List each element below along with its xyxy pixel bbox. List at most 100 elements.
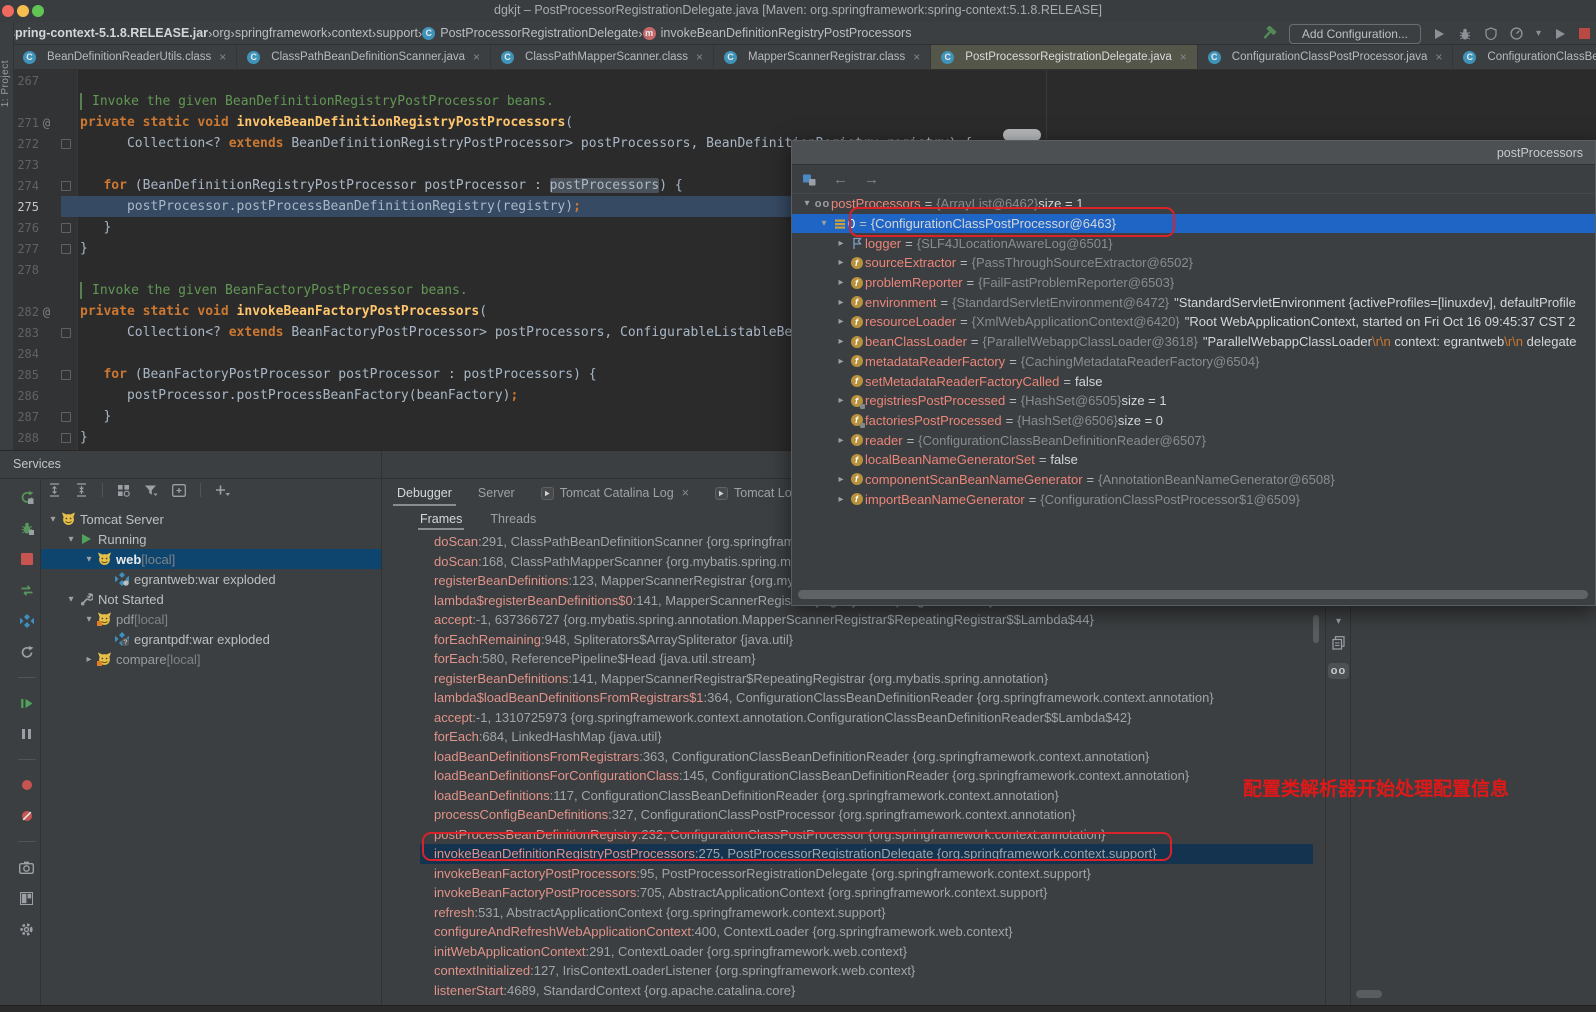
fold-marker-icon[interactable] (61, 370, 71, 380)
close-tab-icon[interactable]: × (1435, 50, 1442, 64)
variable-row[interactable]: ▸logger={SLF4JLocationAwareLog@6501} (792, 233, 1595, 253)
chevron-down-icon[interactable]: ▾ (65, 594, 77, 605)
tool-button-project[interactable]: 1: Project (0, 60, 13, 107)
fold-marker-icon[interactable] (61, 412, 71, 422)
fold-marker-icon[interactable] (61, 139, 71, 149)
chevron-down-icon[interactable]: ▾ (800, 198, 814, 209)
breadcrumb-item[interactable]: CPostProcessorRegistrationDelegate (422, 26, 638, 40)
stack-frame-row[interactable]: forEach:580, ReferencePipeline$Head {jav… (420, 649, 1313, 669)
stack-frame-row[interactable]: loadBeanDefinitionsForConfigurationClass… (420, 766, 1313, 786)
variable-row[interactable]: ▸fregistriesPostProcessed={HashSet@6505}… (792, 391, 1595, 411)
editor-tab[interactable]: CClassPathMapperScanner.class× (491, 45, 714, 69)
editor-tab[interactable]: CConfigurationClassPostProcessor.java× (1198, 45, 1454, 69)
editor-tab[interactable]: CPostProcessorRegistrationDelegate.java× (931, 45, 1197, 69)
add-configuration-button[interactable]: Add Configuration... (1289, 24, 1421, 44)
debugger-tab[interactable]: Debugger (397, 480, 452, 506)
chevron-right-icon[interactable]: ▸ (834, 474, 848, 485)
variable-row[interactable]: ▸fenvironment={StandardServletEnvironmen… (792, 292, 1595, 312)
fold-marker-icon[interactable] (61, 328, 71, 338)
chevron-down-icon[interactable]: ▾ (65, 534, 77, 545)
services-tree-item[interactable]: ▸compare [local] (41, 649, 381, 669)
breadcrumb-item[interactable]: support (376, 26, 418, 40)
services-tree-item[interactable]: ▾web [local] (41, 549, 381, 569)
code-line[interactable]: 267 (13, 70, 1596, 91)
chevron-right-icon[interactable]: ▸ (834, 238, 848, 249)
stack-frame-row[interactable]: configureAndRefreshWebApplicationContext… (420, 922, 1313, 942)
stack-frame-row[interactable]: invokeBeanFactoryPostProcessors:95, Post… (420, 864, 1313, 884)
variable-row[interactable]: ▾oopostProcessors={ArrayList@6462} size … (792, 194, 1595, 214)
chevron-right-icon[interactable]: ▸ (834, 356, 848, 367)
stack-frame-row[interactable]: forEachRemaining:948, Spliterators$Array… (420, 630, 1313, 650)
build-hammer-icon[interactable] (1261, 26, 1277, 41)
close-tab-icon[interactable]: × (473, 50, 480, 64)
chevron-down-icon[interactable]: ▾ (817, 218, 831, 229)
services-tree-item[interactable]: ▾pdf [local] (41, 609, 381, 629)
stack-frame-row[interactable]: loadBeanDefinitions:117, ConfigurationCl… (420, 786, 1313, 806)
stack-frame-row[interactable]: lambda$loadBeanDefinitionsFromRegistrars… (420, 688, 1313, 708)
close-tab-icon[interactable]: × (219, 50, 226, 64)
editor-tab[interactable]: CConfigurationClassBeanDefinitionReader.… (1453, 45, 1596, 69)
chevron-right-icon[interactable]: ▸ (834, 494, 848, 505)
fold-marker-icon[interactable] (61, 433, 71, 443)
doc-comment-line[interactable]: Invoke the given BeanDefinitionRegistryP… (13, 91, 1596, 112)
debugger-tab[interactable]: Tomcat Catalina Log× (541, 480, 689, 506)
variable-row[interactable]: fsetMetadataReaderFactoryCalled=false (792, 371, 1595, 391)
chevron-down-icon[interactable]: ▾ (83, 614, 95, 625)
stack-frame-row[interactable]: accept:-1, 1310725973 {org.springframewo… (420, 708, 1313, 728)
stack-frame-row[interactable]: loadBeanDefinitionsFromRegistrars:363, C… (420, 747, 1313, 767)
stack-frame-row[interactable]: initWebApplicationContext:291, ContextLo… (420, 942, 1313, 962)
chevron-right-icon[interactable]: ▸ (834, 336, 848, 347)
subtab-frames[interactable]: Frames (420, 508, 462, 530)
stack-frame-row[interactable]: listenerStart:4689, StandardContext {org… (420, 981, 1313, 1001)
editor-tab[interactable]: CMapperScannerRegistrar.class× (714, 45, 931, 69)
stack-frame-row[interactable]: refresh:531, AbstractApplicationContext … (420, 903, 1313, 923)
variable-row[interactable]: ▸fbeanClassLoader={ParallelWebappClassLo… (792, 332, 1595, 352)
chevron-right-icon[interactable]: ▸ (834, 277, 848, 288)
editor-tab[interactable]: CBeanDefinitionReaderUtils.class× (13, 45, 237, 69)
services-tree-item[interactable]: ▾Running (41, 529, 381, 549)
chevron-right-icon[interactable]: ▸ (834, 257, 848, 268)
stack-frame-row[interactable]: registerBeanDefinitions:141, MapperScann… (420, 669, 1313, 689)
subtab-threads[interactable]: Threads (490, 508, 536, 530)
variable-row[interactable]: ▸fsourceExtractor={PassThroughSourceExtr… (792, 253, 1595, 273)
stack-frame-row[interactable]: processConfigBeanDefinitions:327, Config… (420, 805, 1313, 825)
fold-marker-icon[interactable] (61, 181, 71, 191)
stack-frame-row[interactable]: forEach:684, LinkedHashMap {java.util} (420, 727, 1313, 747)
breadcrumb-item[interactable]: springframework (235, 26, 327, 40)
chevron-right-icon[interactable]: ▸ (834, 297, 848, 308)
breadcrumb-item[interactable]: minvokeBeanDefinitionRegistryPostProcess… (643, 26, 912, 40)
frames-scrollbar-thumb[interactable] (1313, 615, 1319, 643)
variable-row[interactable]: ▸fresourceLoader={XmlWebApplicationConte… (792, 312, 1595, 332)
close-tab-icon[interactable]: × (1180, 50, 1187, 64)
stack-frame-row[interactable]: invokeBeanFactoryPostProcessors:705, Abs… (420, 883, 1313, 903)
breadcrumb-item[interactable]: context (332, 26, 372, 40)
breadcrumb-item[interactable]: spring-context-5.1.8.RELEASE.jar (8, 26, 208, 40)
variable-row[interactable]: ▸fimportBeanNameGenerator={Configuration… (792, 489, 1595, 509)
variable-row[interactable]: ▸fmetadataReaderFactory={CachingMetadata… (792, 352, 1595, 372)
services-tree-item[interactable]: ?egrantpdf:war exploded (41, 629, 381, 649)
chevron-right-icon[interactable]: ▸ (834, 435, 848, 446)
variable-row[interactable]: ▸fcomponentScanBeanNameGenerator={Annota… (792, 470, 1595, 490)
popup-header[interactable]: postProcessors (792, 141, 1595, 165)
services-tree-item[interactable]: ▾Tomcat Server (41, 509, 381, 529)
fold-marker-icon[interactable] (61, 244, 71, 254)
chevron-down-icon[interactable]: ▾ (83, 554, 95, 565)
stack-frame-row[interactable]: accept:-1, 637366727 {org.mybatis.spring… (420, 610, 1313, 630)
stack-frame-row[interactable]: invokeBeanDefinitionRegistryPostProcesso… (420, 844, 1313, 864)
debugger-tab[interactable]: Server (478, 480, 515, 506)
services-tree-item[interactable]: egrantweb:war exploded (41, 569, 381, 589)
variables-scrollbar-thumb[interactable] (1356, 990, 1382, 998)
variable-row[interactable]: flocalBeanNameGeneratorSet=false (792, 450, 1595, 470)
chevron-down-icon[interactable]: ▾ (47, 514, 59, 525)
variable-row[interactable]: ▸fproblemReporter={FailFastProblemReport… (792, 273, 1595, 293)
fold-marker-icon[interactable] (61, 223, 71, 233)
editor-tab[interactable]: CClassPathBeanDefinitionScanner.java× (237, 45, 491, 69)
services-tree-item[interactable]: ▾Not Started (41, 589, 381, 609)
breadcrumb-item[interactable]: org (212, 26, 230, 40)
chevron-right-icon[interactable]: ▸ (83, 654, 95, 665)
stack-frame-row[interactable]: postProcessBeanDefinitionRegistry:232, C… (420, 825, 1313, 845)
close-tab-icon[interactable]: × (913, 50, 920, 64)
variable-row[interactable]: ffactoriesPostProcessed={HashSet@6506} s… (792, 411, 1595, 431)
stack-frame-row[interactable]: contextInitialized:127, IrisContextLoade… (420, 961, 1313, 981)
code-line[interactable]: 271@private static void invokeBeanDefini… (13, 112, 1596, 133)
